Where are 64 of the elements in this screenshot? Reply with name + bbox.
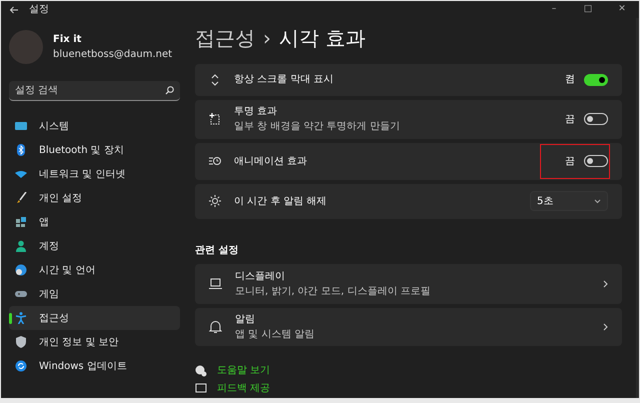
help-link[interactable]: 도움말 보기 bbox=[217, 363, 270, 378]
time-dropdown[interactable]: 5초 bbox=[530, 191, 608, 212]
shield-icon bbox=[15, 336, 27, 348]
bell-icon bbox=[209, 321, 222, 334]
setting-title: 디스플레이 bbox=[235, 270, 286, 284]
sun-icon bbox=[209, 195, 221, 208]
back-arrow-icon[interactable] bbox=[9, 6, 19, 14]
feedback-link[interactable]: 피드백 제공 bbox=[217, 381, 270, 396]
sidebar-item[interactable]: 개인 설정 bbox=[9, 186, 180, 210]
toggle-switch[interactable] bbox=[584, 113, 608, 126]
sidebar-item[interactable]: 계정 bbox=[9, 234, 180, 258]
sidebar-item[interactable]: 게임 bbox=[9, 282, 180, 306]
person-icon bbox=[15, 240, 27, 252]
setting-title: 이 시간 후 알림 해제 bbox=[234, 194, 327, 209]
sidebar-item[interactable]: 앱 bbox=[9, 210, 180, 234]
sidebar-item[interactable]: 접근성 bbox=[9, 306, 180, 330]
sidebar-item[interactable]: 개인 정보 및 보안 bbox=[9, 330, 180, 354]
setting-title: 애니메이션 효과 bbox=[234, 154, 308, 169]
chevron-right-icon bbox=[603, 280, 608, 288]
toggle-state-label: 켬 bbox=[565, 73, 575, 88]
sync-icon bbox=[15, 360, 27, 372]
close-button[interactable]: ✕ bbox=[605, 2, 639, 16]
sidebar-item[interactable]: 네트워크 및 인터넷 bbox=[9, 162, 180, 186]
transparency-icon bbox=[209, 113, 221, 126]
gamepad-icon bbox=[15, 288, 27, 300]
section-heading: 관련 설정 bbox=[195, 244, 240, 258]
page-title: 시각 효과 bbox=[279, 25, 366, 52]
laptop-icon bbox=[209, 278, 222, 290]
chevron-down-icon bbox=[594, 198, 601, 204]
toggle-state-label: 끔 bbox=[565, 112, 575, 127]
apps-icon bbox=[15, 216, 27, 228]
sidebar-item[interactable]: 시스템 bbox=[9, 114, 180, 138]
scroll-arrows-icon bbox=[209, 74, 221, 86]
sidebar-item[interactable]: Bluetooth 및 장치 bbox=[9, 138, 180, 162]
sidebar-item[interactable]: 시간 및 언어 bbox=[9, 258, 180, 282]
search-field[interactable]: 설정 검색 bbox=[9, 81, 180, 101]
animation-icon bbox=[209, 155, 221, 168]
maximize-button[interactable]: □ bbox=[571, 2, 605, 16]
toggle-switch[interactable] bbox=[584, 74, 608, 86]
toggle-state-label: 끔 bbox=[565, 154, 575, 169]
setting-description: 앱 및 시스템 알림 bbox=[235, 328, 315, 342]
accessibility-icon bbox=[15, 312, 27, 324]
toggle-switch[interactable] bbox=[584, 155, 608, 168]
chevron-right-icon bbox=[603, 323, 608, 332]
window-title: 설정 bbox=[29, 3, 49, 17]
user-name: Fix it bbox=[53, 33, 82, 47]
brush-icon bbox=[15, 192, 27, 204]
user-email: bluenetboss@daum.net bbox=[53, 48, 172, 62]
setting-description: 모니터, 밝기, 야간 모드, 디스플레이 프로필 bbox=[235, 285, 430, 300]
search-icon[interactable] bbox=[165, 86, 174, 95]
wifi-icon bbox=[15, 168, 27, 180]
sidebar-item[interactable]: Windows 업데이트 bbox=[9, 354, 180, 378]
related-setting-card[interactable]: 디스플레이 모니터, 밝기, 야간 모드, 디스플레이 프로필 bbox=[195, 264, 622, 304]
avatar bbox=[9, 30, 43, 64]
breadcrumb-separator: › bbox=[263, 25, 271, 52]
setting-title: 투명 효과 bbox=[234, 105, 278, 120]
setting-title: 알림 bbox=[235, 313, 256, 328]
minimize-button[interactable]: – bbox=[537, 2, 571, 16]
setting-description: 일부 창 배경을 약간 투명하게 만들기 bbox=[234, 120, 400, 134]
breadcrumb-link[interactable]: 접근성 bbox=[195, 23, 255, 54]
setting-title: 항상 스크롤 막대 표시 bbox=[234, 73, 334, 88]
bluetooth-icon bbox=[15, 144, 27, 156]
related-setting-card[interactable]: 알림 앱 및 시스템 알림 bbox=[195, 308, 622, 346]
monitor-icon bbox=[15, 120, 27, 132]
